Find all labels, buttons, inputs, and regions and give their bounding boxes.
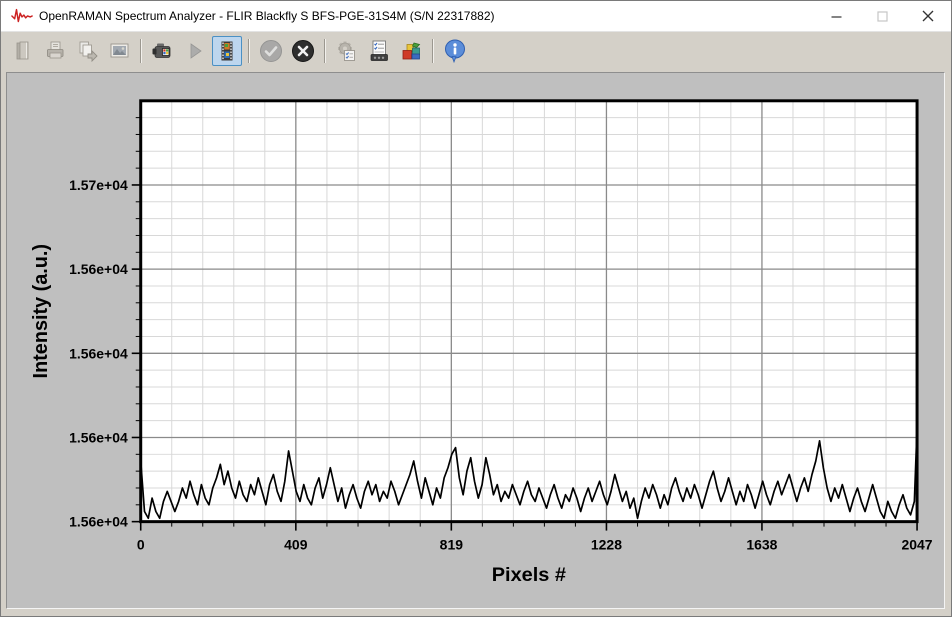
check-circle-icon — [258, 38, 284, 64]
camera-icon — [151, 39, 175, 63]
book-icon — [11, 39, 35, 63]
chart-panel: 0 409 819 1228 1638 2047 1.56e+04 1.56e+04 1.56e… — [6, 72, 945, 609]
svg-text:1.56e+04: 1.56e+04 — [69, 514, 128, 530]
window-controls — [813, 1, 951, 31]
toolbar-separator — [248, 39, 250, 63]
gear-checklist-icon — [335, 39, 359, 63]
toolbar-button-book[interactable] — [8, 36, 38, 66]
printer-icon — [43, 39, 67, 63]
app-logo-icon — [11, 7, 33, 25]
minimize-icon — [831, 11, 842, 22]
toolbar-button-film-strip[interactable] — [212, 36, 242, 66]
toolbar-button-color-blocks[interactable] — [396, 36, 426, 66]
window-title: OpenRAMAN Spectrum Analyzer - FLIR Black… — [39, 9, 495, 23]
close-icon — [922, 10, 934, 22]
svg-text:1228: 1228 — [591, 536, 622, 552]
toolbar-button-acquisition-settings[interactable] — [364, 36, 394, 66]
info-icon — [442, 38, 468, 64]
maximize-icon — [877, 11, 888, 22]
film-strip-icon — [215, 39, 239, 63]
plot-background — [141, 101, 917, 522]
svg-text:0: 0 — [137, 536, 145, 552]
svg-text:409: 409 — [284, 536, 308, 552]
svg-text:1.56e+04: 1.56e+04 — [69, 345, 128, 361]
maximize-button[interactable] — [859, 1, 905, 31]
toolbar-button-accept[interactable] — [256, 36, 286, 66]
color-blocks-icon — [399, 39, 423, 63]
app-window: OpenRAMAN Spectrum Analyzer - FLIR Black… — [0, 0, 952, 617]
svg-text:1638: 1638 — [746, 536, 777, 552]
client-area: 0 409 819 1228 1638 2047 1.56e+04 1.56e+04 1.56e… — [1, 70, 951, 616]
svg-text:819: 819 — [440, 536, 464, 552]
toolbar-separator — [324, 39, 326, 63]
toolbar-button-play[interactable] — [180, 36, 210, 66]
toolbar-button-copy[interactable] — [72, 36, 102, 66]
image-icon — [107, 39, 131, 63]
spectrum-chart: 0 409 819 1228 1638 2047 1.56e+04 1.56e+04 1.56e… — [7, 73, 944, 608]
toolbar — [1, 32, 951, 70]
x-circle-icon — [290, 38, 316, 64]
svg-text:1.57e+04: 1.57e+04 — [69, 177, 128, 193]
device-checklist-icon — [367, 39, 391, 63]
toolbar-button-printer[interactable] — [40, 36, 70, 66]
svg-text:1.56e+04: 1.56e+04 — [69, 261, 128, 277]
toolbar-button-camera[interactable] — [148, 36, 178, 66]
svg-text:2047: 2047 — [902, 536, 933, 552]
toolbar-separator — [140, 39, 142, 63]
toolbar-button-image[interactable] — [104, 36, 134, 66]
y-axis-title: Intensity (a.u.) — [30, 244, 52, 378]
title-bar[interactable]: OpenRAMAN Spectrum Analyzer - FLIR Black… — [1, 1, 951, 32]
toolbar-button-about[interactable] — [440, 36, 470, 66]
toolbar-separator — [432, 39, 434, 63]
toolbar-button-settings[interactable] — [332, 36, 362, 66]
x-axis-title: Pixels # — [492, 564, 566, 586]
copy-icon — [75, 39, 99, 63]
svg-text:1.56e+04: 1.56e+04 — [69, 429, 128, 445]
toolbar-button-cancel[interactable] — [288, 36, 318, 66]
play-icon — [183, 39, 207, 63]
close-button[interactable] — [905, 1, 951, 31]
minimize-button[interactable] — [813, 1, 859, 31]
